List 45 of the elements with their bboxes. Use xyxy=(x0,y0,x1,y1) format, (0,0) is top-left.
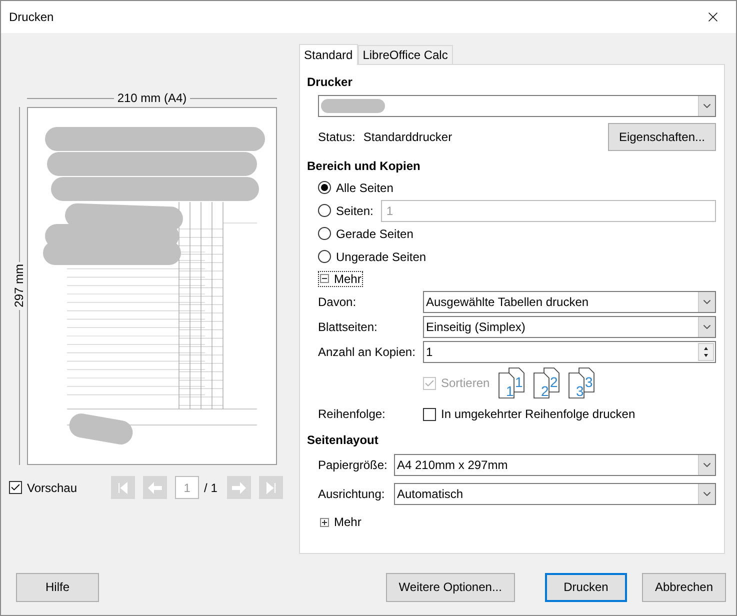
radio-option[interactable]: Gerade Seiten xyxy=(318,222,414,245)
minus-icon xyxy=(320,274,329,283)
field-label: Blattseiten: xyxy=(318,320,378,334)
properties-button[interactable]: Eigenschaften... xyxy=(608,123,716,151)
tab[interactable]: LibreOffice Calc xyxy=(358,45,453,64)
more-toggle[interactable]: Mehr xyxy=(318,270,364,286)
height-label: 297 mm xyxy=(12,263,26,310)
spin-field[interactable]: 1 xyxy=(423,340,716,362)
first-page-icon[interactable] xyxy=(111,476,136,499)
page-total: / 1 xyxy=(204,480,218,494)
field-label: Davon: xyxy=(318,294,358,308)
field-label: Ausrichtung: xyxy=(318,486,386,500)
next-page-icon[interactable] xyxy=(227,476,252,499)
more-toggle[interactable]: Mehr xyxy=(318,514,364,530)
printer-dropdown[interactable] xyxy=(318,95,716,117)
window-title: Drucken xyxy=(9,10,54,24)
status-value: Standarddrucker xyxy=(363,130,452,144)
check-icon xyxy=(10,482,21,493)
radio-option[interactable]: Ungerade Seiten xyxy=(318,245,426,268)
field-label: Anzahl an Kopien: xyxy=(318,344,416,358)
preview-checkbox[interactable]: Vorschau xyxy=(9,480,78,494)
section-heading: Bereich und Kopien xyxy=(307,158,422,174)
field-label: Reihenfolge: xyxy=(318,407,386,421)
dropdown[interactable]: Automatisch xyxy=(394,482,716,504)
dialog-button[interactable]: Drucken xyxy=(544,572,627,602)
dialog-button[interactable]: Abbrechen xyxy=(642,572,726,602)
dialog-button[interactable]: Weitere Optionen... xyxy=(386,572,515,602)
dropdown[interactable]: Ausgewählte Tabellen drucken xyxy=(423,290,716,312)
section-heading: Seitenlayout xyxy=(307,432,380,448)
check-icon xyxy=(424,378,435,388)
field-label: Papiergröße: xyxy=(318,458,388,472)
last-page-icon[interactable] xyxy=(259,476,284,499)
radio-option[interactable]: Alle Seiten xyxy=(318,176,394,199)
redaction-mark xyxy=(321,99,385,113)
dropdown[interactable]: Einseitig (Simplex) xyxy=(423,316,716,338)
reverse-order-checkbox[interactable]: In umgekehrter Reihenfolge drucken xyxy=(423,407,636,421)
radio-option[interactable]: Seiten: xyxy=(318,199,374,222)
previous-page-icon[interactable] xyxy=(143,476,168,499)
tab[interactable]: Standard xyxy=(299,44,358,65)
width-label: 210 mm (A4) xyxy=(117,91,187,105)
dialog-button[interactable]: Hilfe xyxy=(16,572,99,602)
dropdown[interactable]: A4 210mm x 297mm xyxy=(394,454,716,476)
section-heading: Drucker xyxy=(307,74,354,90)
status-label: Status: xyxy=(318,130,356,144)
plus-icon xyxy=(320,518,329,526)
